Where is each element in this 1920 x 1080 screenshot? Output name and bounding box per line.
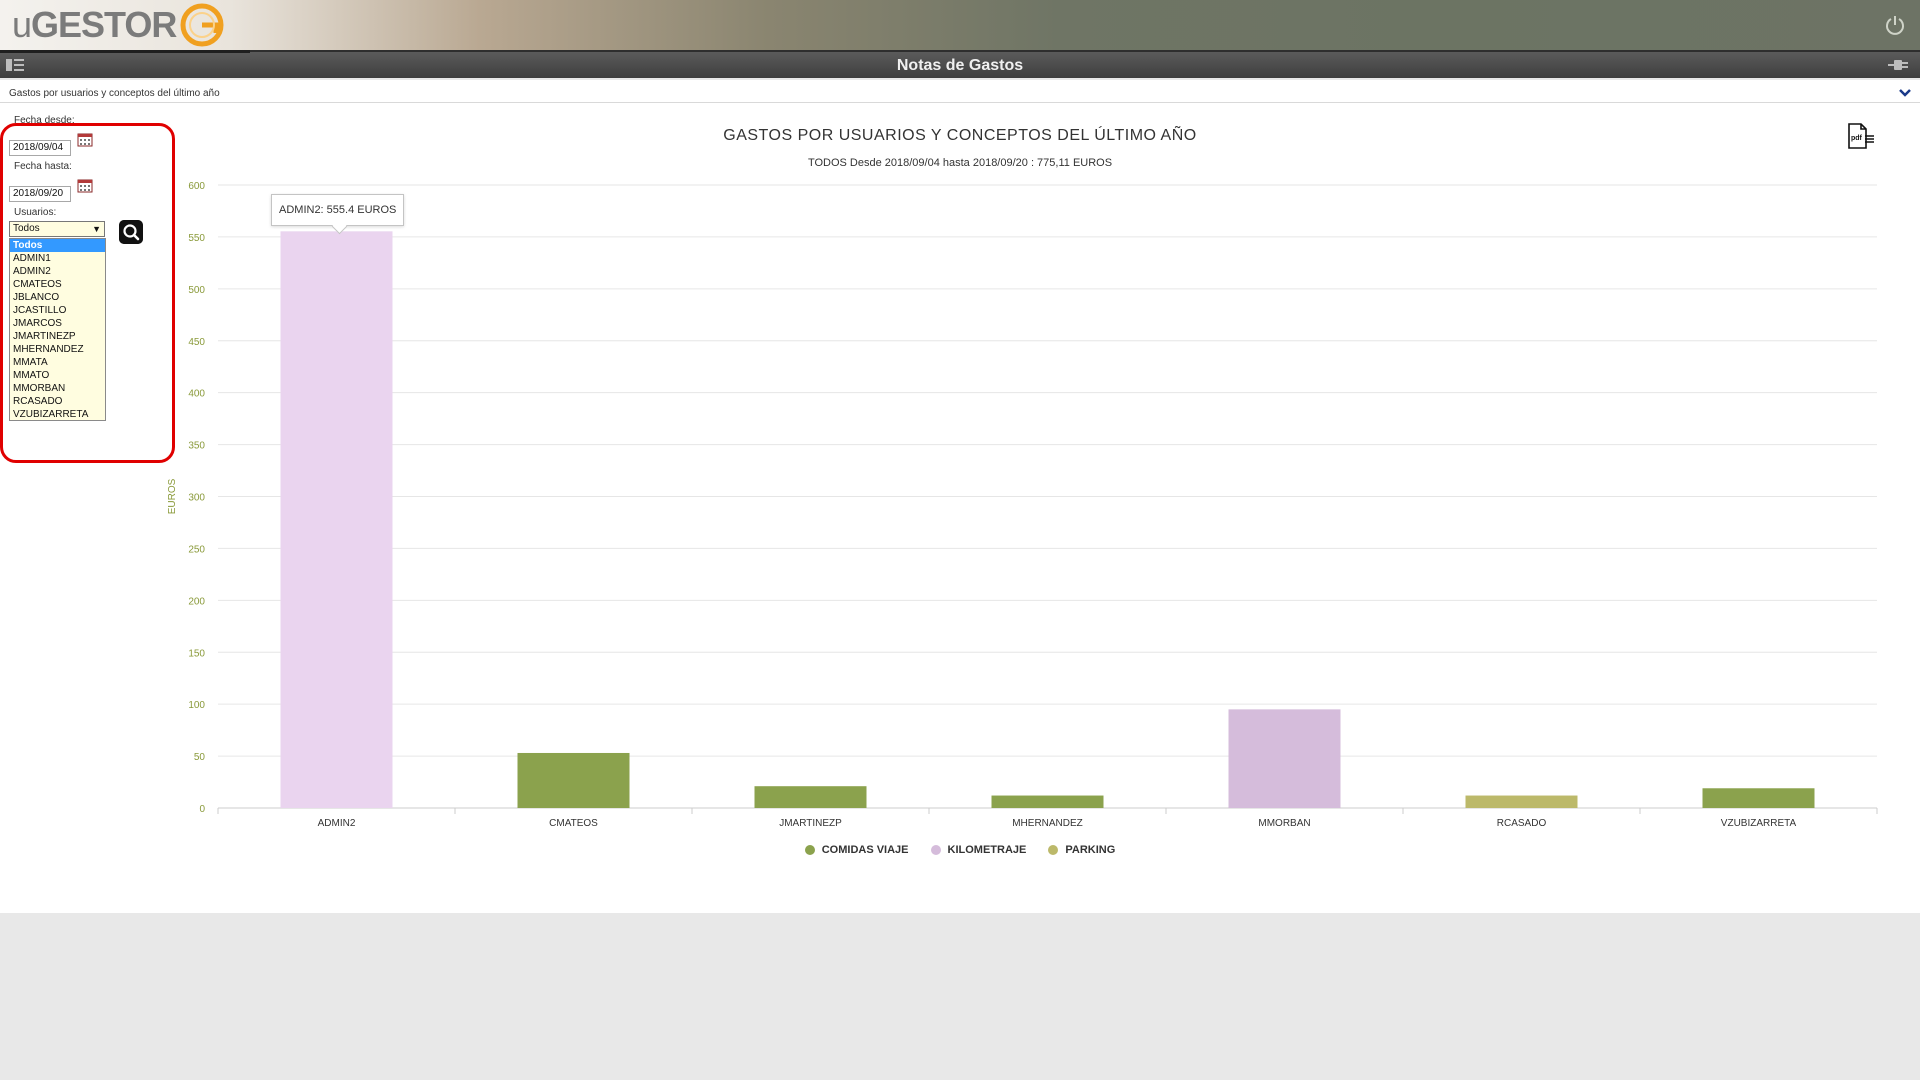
chart-tooltip: ADMIN2: 555.4 EUROS (271, 194, 405, 226)
y-tick-label: 50 (194, 752, 206, 763)
y-tick-label: 450 (188, 337, 205, 348)
y-tick-label: 200 (188, 596, 205, 607)
bar (280, 231, 393, 808)
legend-dot (1048, 845, 1059, 855)
legend-dot (804, 845, 815, 855)
y-tick-label: 100 (188, 700, 205, 711)
x-tick-label: JMARTINEZP (779, 818, 842, 829)
legend-dot (930, 845, 941, 855)
x-tick-label: MMORBAN (1258, 818, 1310, 829)
chart-legend: COMIDAS VIAJE KILOMETRAJE PARKING (0, 844, 1920, 856)
bar (1465, 795, 1578, 808)
y-tick-label: 150 (188, 648, 205, 659)
x-tick-label: ADMIN2 (318, 818, 356, 829)
legend-label: PARKING (1065, 844, 1116, 856)
x-tick-label: VZUBIZARRETA (1721, 818, 1797, 829)
bar (754, 786, 867, 808)
y-tick-label: 600 (188, 181, 205, 192)
x-tick-label: MHERNANDEZ (1012, 818, 1083, 829)
y-tick-label: 350 (188, 441, 205, 452)
legend-item[interactable]: COMIDAS VIAJE (804, 844, 909, 856)
bar (1228, 709, 1341, 808)
legend-label: KILOMETRAJE (947, 844, 1027, 856)
x-tick-label: CMATEOS (549, 818, 598, 829)
y-tick-label: 300 (188, 493, 205, 504)
bar (1702, 788, 1815, 808)
bar (991, 795, 1104, 808)
x-tick-label: RCASADO (1497, 818, 1547, 829)
bar-chart: 0 50 100 150 200 250 300 350 400 450 500 550 600 EURO… (167, 181, 1878, 829)
y-tick-label: 550 (188, 233, 205, 244)
legend-item[interactable]: PARKING (1048, 844, 1115, 856)
y-tick-label: 500 (188, 285, 205, 296)
y-tick-label: 400 (188, 389, 205, 400)
bar (517, 752, 630, 808)
legend-item[interactable]: KILOMETRAJE (930, 844, 1027, 856)
y-tick-label: 0 (199, 804, 205, 815)
y-axis-label: EUROS (167, 478, 178, 514)
legend-label: COMIDAS VIAJE (821, 844, 909, 856)
y-tick-label: 250 (188, 544, 205, 555)
